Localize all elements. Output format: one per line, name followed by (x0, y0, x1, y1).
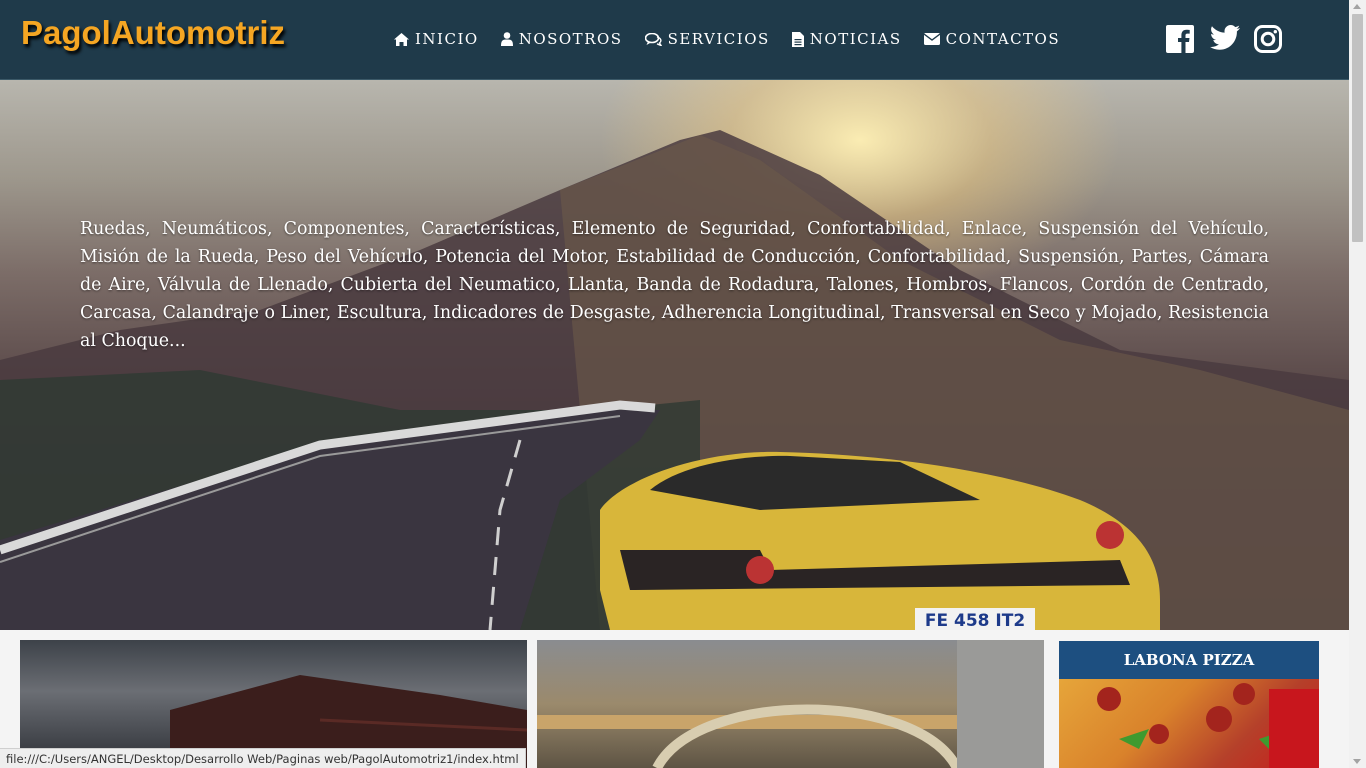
page-scrollbar[interactable] (1349, 0, 1366, 768)
navbar: PagolAutomotriz INICIO NOSOTROS SERVICIO… (0, 0, 1349, 80)
instagram-icon[interactable] (1254, 25, 1284, 55)
nav-nosotros[interactable]: NOSOTROS (500, 30, 623, 48)
social-links (1166, 25, 1284, 55)
news-card-2[interactable] (537, 640, 1044, 768)
hero-banner: FE 458 IT2 Ruedas, Neumáticos, Component… (0, 80, 1349, 630)
home-icon (394, 32, 409, 46)
brand-logo[interactable]: PagolAutomotriz (21, 14, 285, 52)
user-icon (500, 32, 513, 46)
license-plate: FE 458 IT2 (925, 611, 1025, 630)
nav-label: NOSOTROS (518, 30, 623, 48)
nav-contactos[interactable]: CONTACTOS (923, 30, 1061, 48)
facebook-icon[interactable] (1166, 25, 1196, 55)
browser-status-url: file:///C:/Users/ANGEL/Desktop/Desarroll… (0, 748, 526, 768)
nav-label: INICIO (415, 30, 479, 48)
nav-label: SERVICIOS (667, 30, 770, 48)
card-2-image (537, 640, 1044, 768)
nav-noticias[interactable]: NOTICIAS (791, 30, 902, 48)
document-icon (791, 31, 804, 47)
comments-icon (644, 32, 662, 46)
nav-label: NOTICIAS (809, 30, 902, 48)
scroll-up-arrow-icon[interactable] (1353, 4, 1361, 9)
twitter-icon[interactable] (1210, 25, 1240, 55)
envelope-icon (923, 33, 940, 45)
nav-label: CONTACTOS (945, 30, 1061, 48)
main-nav: INICIO NOSOTROS SERVICIOS NOTICIAS CONTA… (394, 30, 1082, 48)
scroll-thumb[interactable] (1352, 14, 1363, 242)
ad-title: LABONA PIZZA (1059, 641, 1319, 679)
hero-background-image: FE 458 IT2 (0, 130, 1349, 630)
ad-labona-pizza[interactable]: LABONA PIZZA (1059, 641, 1319, 768)
nav-servicios[interactable]: SERVICIOS (644, 30, 770, 48)
hero-text: Ruedas, Neumáticos, Componentes, Caracte… (80, 219, 1269, 351)
nav-inicio[interactable]: INICIO (394, 30, 479, 48)
scroll-down-arrow-icon[interactable] (1353, 759, 1361, 764)
pizza-image (1059, 679, 1319, 768)
